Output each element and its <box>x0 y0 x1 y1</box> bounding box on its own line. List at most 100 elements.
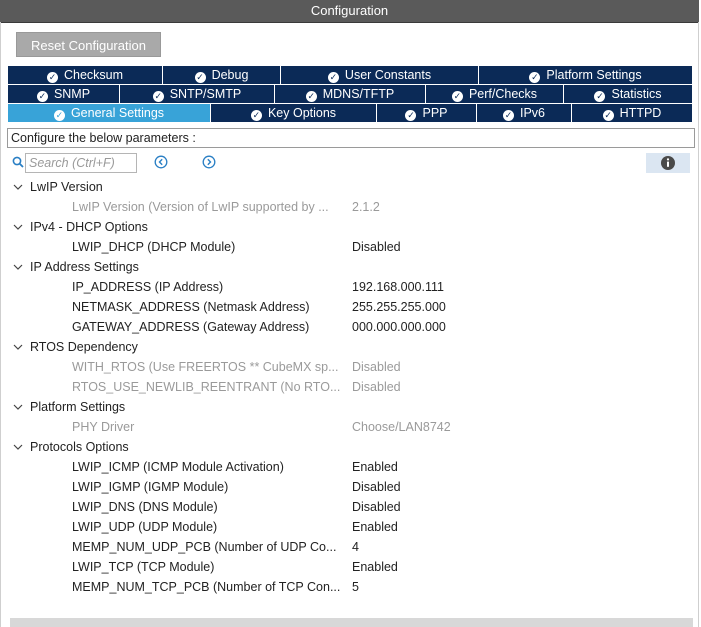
param-row[interactable]: MEMP_NUM_UDP_PCB (Number of UDP Co... 4 <box>0 537 699 557</box>
tab-general-settings[interactable]: ✓ General Settings <box>8 104 211 122</box>
param-value: 4 <box>352 540 359 554</box>
tab-platform-settings[interactable]: ✓ Platform Settings <box>479 66 692 84</box>
param-value: 255.255.255.000 <box>352 300 446 314</box>
info-button[interactable] <box>646 153 690 173</box>
param-row[interactable]: RTOS_USE_NEWLIB_REENTRANT (No RTO... Dis… <box>0 377 699 397</box>
chevron-down-icon[interactable] <box>12 397 24 417</box>
check-circle-icon: ✓ <box>46 72 58 83</box>
group-label: Platform Settings <box>30 400 126 414</box>
tab-ipv6[interactable]: ✓ IPv6 <box>477 104 572 122</box>
param-row[interactable]: LWIP_DNS (DNS Module) Disabled <box>0 497 699 517</box>
param-row[interactable]: MEMP_NUM_TCP_PCB (Number of TCP Con... 5 <box>0 577 699 597</box>
param-name: LWIP_ICMP (ICMP Module Activation) <box>72 460 284 474</box>
tab-label: PPP <box>422 106 448 120</box>
param-value: Disabled <box>352 240 401 254</box>
horizontal-scrollbar[interactable] <box>10 618 693 627</box>
check-circle-icon: ✓ <box>305 91 317 102</box>
tab-debug[interactable]: ✓ Debug <box>163 66 281 84</box>
group-label: RTOS Dependency <box>30 340 138 354</box>
param-row[interactable]: GATEWAY_ADDRESS (Gateway Address) 000.00… <box>0 317 699 337</box>
param-name: PHY Driver <box>72 420 135 434</box>
group-ipv4-dhcp-options[interactable]: IPv4 - DHCP Options <box>0 217 699 237</box>
param-value: Disabled <box>352 500 401 514</box>
group-lwip-version[interactable]: LwIP Version <box>0 177 699 197</box>
param-row[interactable]: LWIP_ICMP (ICMP Module Activation) Enabl… <box>0 457 699 477</box>
reset-configuration-button[interactable]: Reset Configuration <box>16 32 161 57</box>
check-circle-icon: ✓ <box>502 110 514 121</box>
parameter-tree: LwIP Version LwIP Version (Version of Lw… <box>0 177 699 597</box>
chevron-down-icon[interactable] <box>12 217 24 237</box>
tab-perf-checks[interactable]: ✓ Perf/Checks <box>426 85 564 103</box>
group-rtos-dependency[interactable]: RTOS Dependency <box>0 337 699 357</box>
tab-label: Platform Settings <box>546 68 642 82</box>
param-row[interactable]: LWIP_IGMP (IGMP Module) Disabled <box>0 477 699 497</box>
check-circle-icon: ✓ <box>36 91 48 102</box>
tab-label: Statistics <box>611 87 662 101</box>
param-row[interactable]: LWIP_UDP (UDP Module) Enabled <box>0 517 699 537</box>
tab-label: SNTP/SMTP <box>169 87 242 101</box>
check-circle-icon: ✓ <box>152 91 164 102</box>
param-row[interactable]: LwIP Version (Version of LwIP supported … <box>0 197 699 217</box>
tab-label: General Settings <box>70 106 165 120</box>
check-circle-icon: ✓ <box>451 91 463 102</box>
group-protocols-options[interactable]: Protocols Options <box>0 437 699 457</box>
chevron-down-icon[interactable] <box>12 177 24 197</box>
param-row[interactable]: WITH_RTOS (Use FREERTOS ** CubeMX sp... … <box>0 357 699 377</box>
tab-label: HTTPD <box>619 106 662 120</box>
param-value: 5 <box>352 580 359 594</box>
group-platform-settings[interactable]: Platform Settings <box>0 397 699 417</box>
tab-label: Key Options <box>267 106 337 120</box>
param-row[interactable]: IP_ADDRESS (IP Address) 192.168.000.111 <box>0 277 699 297</box>
param-value: Disabled <box>352 380 401 394</box>
tab-row-2: ✓ SNMP ✓ SNTP/SMTP ✓ MDNS/TFTP ✓ Perf/Checks… <box>8 85 692 104</box>
info-icon <box>661 156 675 170</box>
param-name: GATEWAY_ADDRESS (Gateway Address) <box>72 320 310 334</box>
param-value: Enabled <box>352 460 398 474</box>
param-name: LwIP Version (Version of LwIP supported … <box>72 200 329 214</box>
tab-label: Checksum <box>63 68 124 82</box>
arrow-left-circle-icon[interactable] <box>154 155 168 169</box>
tab-statistics[interactable]: ✓ Statistics <box>564 85 692 103</box>
group-ip-address-settings[interactable]: IP Address Settings <box>0 257 699 277</box>
param-value: 192.168.000.111 <box>352 280 444 294</box>
group-label: IPv4 - DHCP Options <box>30 220 148 234</box>
param-name: LWIP_IGMP (IGMP Module) <box>72 480 229 494</box>
tab-mdns-tftp[interactable]: ✓ MDNS/TFTP <box>275 85 426 103</box>
tab-label: IPv6 <box>519 106 545 120</box>
window-title: Configuration <box>0 0 699 23</box>
check-circle-icon: ✓ <box>250 110 262 121</box>
check-circle-icon: ✓ <box>529 72 541 83</box>
check-circle-icon: ✓ <box>594 91 606 102</box>
param-value: Enabled <box>352 560 398 574</box>
tab-httpd[interactable]: ✓ HTTPD <box>572 104 692 122</box>
check-circle-icon: ✓ <box>405 110 417 121</box>
chevron-down-icon[interactable] <box>12 257 24 277</box>
param-row[interactable]: PHY Driver Choose/LAN8742 <box>0 417 699 437</box>
tab-row-1: ✓ Checksum ✓ Debug ✓ User Constants ✓ Platfo… <box>8 66 692 85</box>
search-input[interactable] <box>25 153 137 173</box>
tab-checksum[interactable]: ✓ Checksum <box>8 66 163 84</box>
param-row[interactable]: LWIP_TCP (TCP Module) Enabled <box>0 557 699 577</box>
tab-key-options[interactable]: ✓ Key Options <box>211 104 377 122</box>
param-value: 000.000.000.000 <box>352 320 446 334</box>
tab-ppp[interactable]: ✓ PPP <box>377 104 477 122</box>
tab-label: MDNS/TFTP <box>322 87 395 101</box>
tab-user-constants[interactable]: ✓ User Constants <box>281 66 479 84</box>
param-value: Disabled <box>352 480 401 494</box>
chevron-down-icon[interactable] <box>12 337 24 357</box>
search-icon <box>12 156 24 168</box>
param-row[interactable]: NETMASK_ADDRESS (Netmask Address) 255.25… <box>0 297 699 317</box>
param-name: RTOS_USE_NEWLIB_REENTRANT (No RTO... <box>72 380 341 394</box>
param-name: MEMP_NUM_TCP_PCB (Number of TCP Con... <box>72 580 341 594</box>
tab-label: Perf/Checks <box>468 87 538 101</box>
param-value: Disabled <box>352 360 401 374</box>
chevron-down-icon[interactable] <box>12 437 24 457</box>
group-label: Protocols Options <box>30 440 129 454</box>
param-name: NETMASK_ADDRESS (Netmask Address) <box>72 300 310 314</box>
param-name: IP_ADDRESS (IP Address) <box>72 280 224 294</box>
tab-snmp[interactable]: ✓ SNMP <box>8 85 120 103</box>
arrow-right-circle-icon[interactable] <box>202 155 216 169</box>
param-name: LWIP_TCP (TCP Module) <box>72 560 215 574</box>
param-row[interactable]: LWIP_DHCP (DHCP Module) Disabled <box>0 237 699 257</box>
tab-sntp-smtp[interactable]: ✓ SNTP/SMTP <box>120 85 275 103</box>
